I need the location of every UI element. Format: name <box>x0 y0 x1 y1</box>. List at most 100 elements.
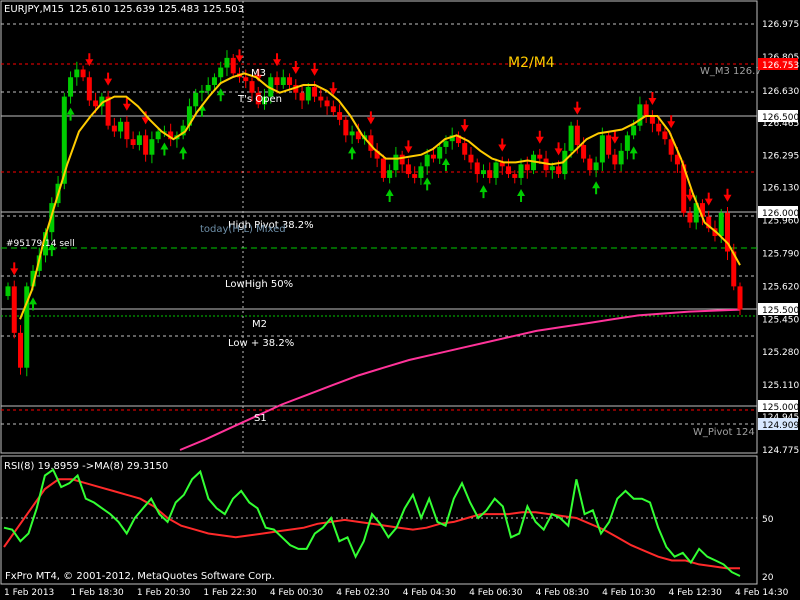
candle-body <box>493 162 499 178</box>
candle-body <box>581 145 587 159</box>
candle-body <box>230 57 236 74</box>
w-m3-label: W_M3 126.7 <box>700 66 762 77</box>
x-tick-label: 4 Feb 12:30 <box>669 588 723 598</box>
candle-body <box>211 77 217 85</box>
candle-body <box>462 143 468 155</box>
candle-body <box>624 135 630 151</box>
candle-body <box>324 100 330 107</box>
y-tick-label: 126.630 <box>762 87 799 97</box>
candle-body <box>637 104 643 126</box>
candle-body <box>631 125 637 136</box>
x-tick-label: 1 Feb 20:30 <box>137 588 191 598</box>
main-chart-frame <box>0 0 758 454</box>
candle-body <box>249 81 255 93</box>
candle-body <box>218 67 224 78</box>
candle-body <box>111 125 117 132</box>
candle-body <box>737 286 743 310</box>
candle-body <box>93 100 99 107</box>
candle-body <box>587 158 593 171</box>
candle-body <box>287 77 293 85</box>
candle-body <box>155 131 161 140</box>
m2-label: M2 <box>252 319 267 330</box>
candle-body <box>349 131 355 136</box>
candle-body <box>618 150 624 165</box>
candle-body <box>518 164 524 178</box>
candle-body <box>405 164 411 175</box>
candle-body <box>424 154 430 167</box>
candle-body <box>574 125 580 146</box>
candle-body <box>612 154 618 165</box>
rsi-tick-20: 20 <box>762 573 774 583</box>
candle-body <box>537 154 543 159</box>
candle-body <box>512 174 518 178</box>
candle-body <box>224 57 230 68</box>
candle-body <box>312 86 318 97</box>
price-box-label: 125.500 <box>762 306 799 316</box>
candle-body <box>205 84 211 91</box>
candle-body <box>568 125 574 151</box>
candle-body <box>506 166 512 175</box>
y-tick-label: 125.110 <box>762 381 799 391</box>
candle-body <box>430 154 436 159</box>
y-tick-label: 126.975 <box>762 20 799 30</box>
candle-body <box>318 96 324 101</box>
candle-body <box>599 135 605 163</box>
x-tick-label: 4 Feb 02:30 <box>336 588 390 598</box>
candle-body <box>18 332 24 368</box>
price-box-label: 124.909 <box>762 421 799 431</box>
candle-body <box>649 115 655 124</box>
candle-body <box>124 121 130 140</box>
rsi-title: RSI(8) 19.8959 ->MA(8) 29.3150 <box>4 461 168 472</box>
candle-body <box>243 77 249 82</box>
x-tick-label: 1 Feb 22:30 <box>203 588 257 598</box>
candle-body <box>199 90 205 93</box>
candle-body <box>399 154 405 165</box>
price-box-label: 125.000 <box>762 403 799 413</box>
candle-body <box>474 162 480 175</box>
chart-title: EURJPY,M15 <box>4 4 64 15</box>
x-tick-label: 1 Feb 18:30 <box>70 588 124 598</box>
candle-body <box>343 119 349 136</box>
candle-body <box>118 121 124 132</box>
candle-body <box>387 170 393 178</box>
candle-body <box>593 162 599 171</box>
candle-body <box>487 170 493 178</box>
y-tick-label: 125.790 <box>762 249 799 259</box>
ts-open-label: T's Open <box>237 94 282 105</box>
x-tick-label: 4 Feb 04:30 <box>403 588 457 598</box>
rsi-tick-50: 50 <box>762 515 774 525</box>
candle-body <box>305 86 311 101</box>
y-tick-label: 126.295 <box>762 152 799 162</box>
candle-body <box>136 135 142 146</box>
m2m4-label: M2/M4 <box>508 55 555 71</box>
copyright-text: FxPro MT4, © 2001-2012, MetaQuotes Softw… <box>5 571 275 582</box>
candle-body <box>5 286 11 297</box>
candle-body <box>718 212 724 237</box>
price-box-label: 126.000 <box>762 209 799 219</box>
candle-body <box>437 146 443 159</box>
candle-body <box>468 154 474 163</box>
price-box-label: 126.753 <box>762 61 799 71</box>
candle-body <box>662 131 668 140</box>
candle-body <box>418 166 424 178</box>
x-tick-label: 4 Feb 14:30 <box>735 588 789 598</box>
candle-body <box>299 92 305 101</box>
y-tick-label: 124.775 <box>762 446 799 456</box>
candle-body <box>330 106 336 113</box>
lowhigh-label: LowHigh 50% <box>225 279 293 290</box>
candle-body <box>130 139 136 146</box>
candle-body <box>86 77 92 101</box>
x-tick-label: 4 Feb 08:30 <box>536 588 590 598</box>
candle-body <box>549 166 555 171</box>
today-hl-label: today(H-L) Mixed <box>200 224 286 235</box>
x-tick-label: 1 Feb 2013 <box>4 588 54 598</box>
rsi-frame <box>0 455 758 585</box>
candle-body <box>193 92 199 107</box>
candle-body <box>480 170 486 175</box>
candle-body <box>280 77 286 85</box>
candle-body <box>380 158 386 178</box>
chart-svg: M2/M4 M3 T's Open High Pivot 38.2% today… <box>0 0 799 598</box>
candle-body <box>274 77 280 85</box>
price-box-label: 126.500 <box>762 113 799 123</box>
candle-body <box>556 166 562 175</box>
